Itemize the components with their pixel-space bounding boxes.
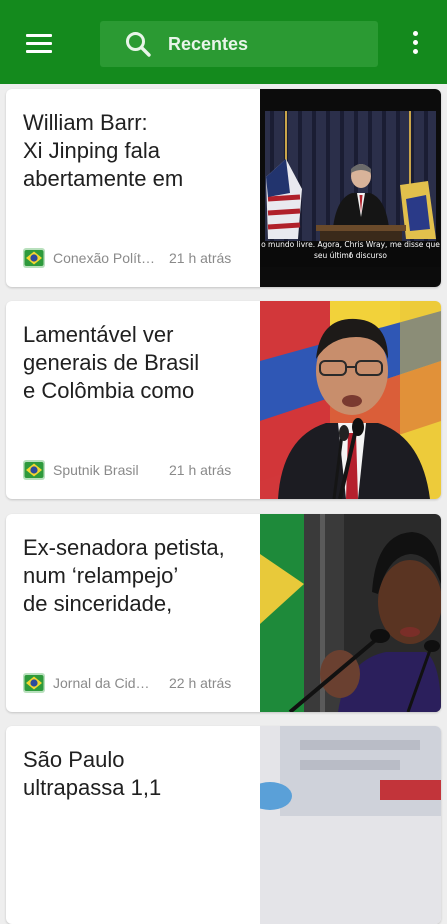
news-card[interactable]: William Barr: Xi Jinping fala abertament… [6, 89, 441, 287]
news-title: Lamentável ver generais de Brasil e Colô… [23, 322, 200, 403]
news-card[interactable]: Lamentável ver generais de Brasil e Colô… [6, 301, 441, 499]
news-time: 21 h atrás [169, 462, 232, 478]
news-thumbnail: o mundo livre. Agora, Chris Wray, me dis… [260, 89, 441, 287]
news-time: 21 h atrás [169, 250, 232, 266]
news-card[interactable]: São Paulo ultrapassa 1,1 [6, 726, 441, 924]
brazil-flag-icon [23, 460, 45, 480]
news-source: Sputnik Brasil [53, 462, 139, 478]
brazil-flag-icon [23, 673, 45, 693]
hamburger-menu-icon[interactable] [22, 30, 56, 56]
search-icon [126, 32, 151, 57]
app-bar: Recentes [0, 0, 447, 84]
news-time: 22 h atrás [169, 675, 232, 691]
news-card[interactable]: Ex-senadora petista, num ‘relampejo’ de … [6, 514, 441, 712]
news-title: São Paulo ultrapassa 1,1 [23, 747, 162, 800]
news-title: William Barr: Xi Jinping fala abertament… [23, 110, 184, 191]
search-bar[interactable]: Recentes [100, 21, 378, 67]
news-title: Ex-senadora petista, num ‘relampejo’ de … [23, 535, 225, 616]
news-source: Jornal da Cidade [53, 675, 157, 691]
news-source: Conexão Política [53, 250, 157, 266]
news-thumbnail [260, 301, 441, 499]
news-thumbnail [260, 726, 441, 924]
more-vert-icon[interactable] [404, 28, 426, 58]
search-placeholder: Recentes [168, 34, 249, 54]
brazil-flag-icon [23, 248, 45, 268]
video-caption-line-2: seu último discurso [313, 251, 387, 260]
news-thumbnail [260, 514, 441, 712]
